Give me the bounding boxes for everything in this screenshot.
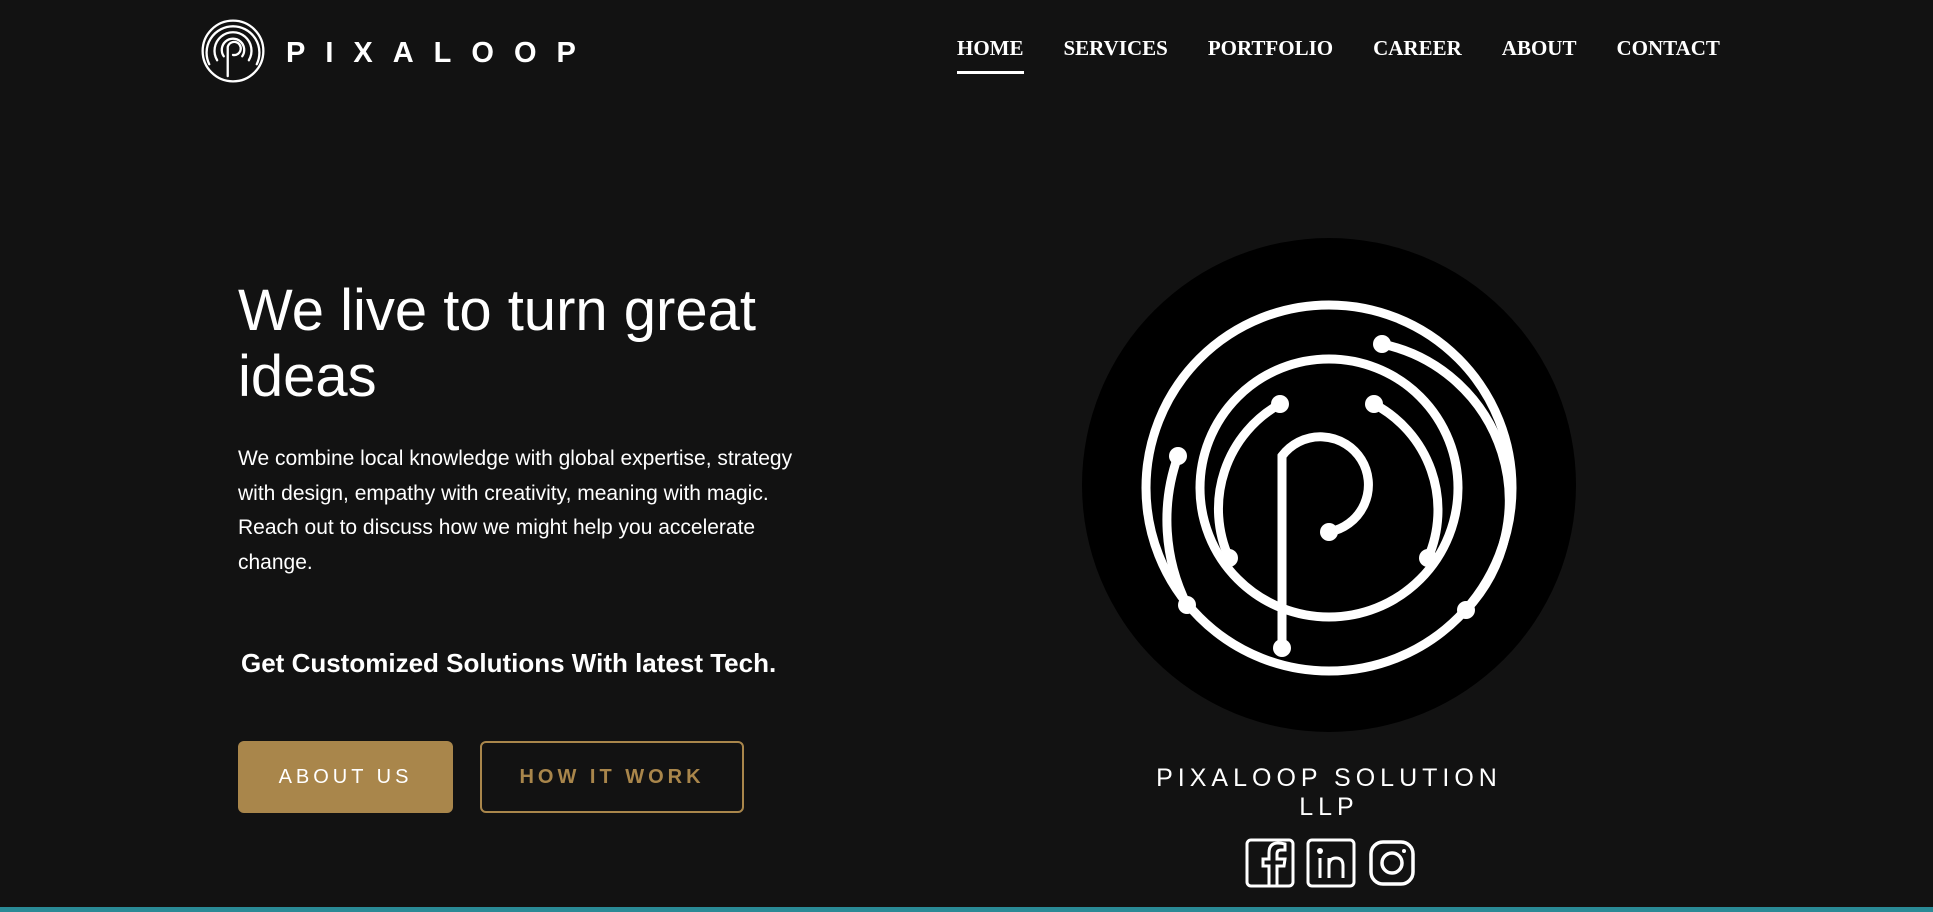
nav-contact[interactable]: CONTACT [1616,36,1719,61]
linkedin-icon[interactable] [1306,838,1356,888]
brand-logo[interactable]: PIXALOOP [200,18,596,89]
nav-home[interactable]: HOME [957,36,1024,74]
about-us-button[interactable]: ABOUT US [238,741,453,813]
nav-about[interactable]: ABOUT [1502,36,1577,61]
nav-services[interactable]: SERVICES [1064,36,1168,61]
instagram-icon[interactable] [1367,838,1417,888]
nav-portfolio[interactable]: PORTFOLIO [1208,36,1333,61]
how-it-work-button[interactable]: HOW IT WORK [480,741,744,813]
nav-career[interactable]: CAREER [1373,36,1462,61]
company-name: PIXALOOP SOLUTION LLP [1156,764,1502,821]
hero-subtitle: Get Customized Solutions With latest Tec… [241,648,777,678]
brand-name: PIXALOOP [286,37,596,69]
pixaloop-logo-icon [200,18,266,89]
bottom-strip [0,907,1933,912]
pixaloop-emblem-icon [1082,238,1576,732]
social-links [1245,838,1417,888]
facebook-icon[interactable] [1245,838,1295,888]
main-nav: HOME SERVICES PORTFOLIO CAREER ABOUT CON… [957,36,1720,74]
page: PIXALOOP HOME SERVICES PORTFOLIO CAREER … [0,0,1933,912]
hero-description: We combine local knowledge with global e… [238,447,793,574]
hero-title: We live to turn great ideas [238,278,756,409]
